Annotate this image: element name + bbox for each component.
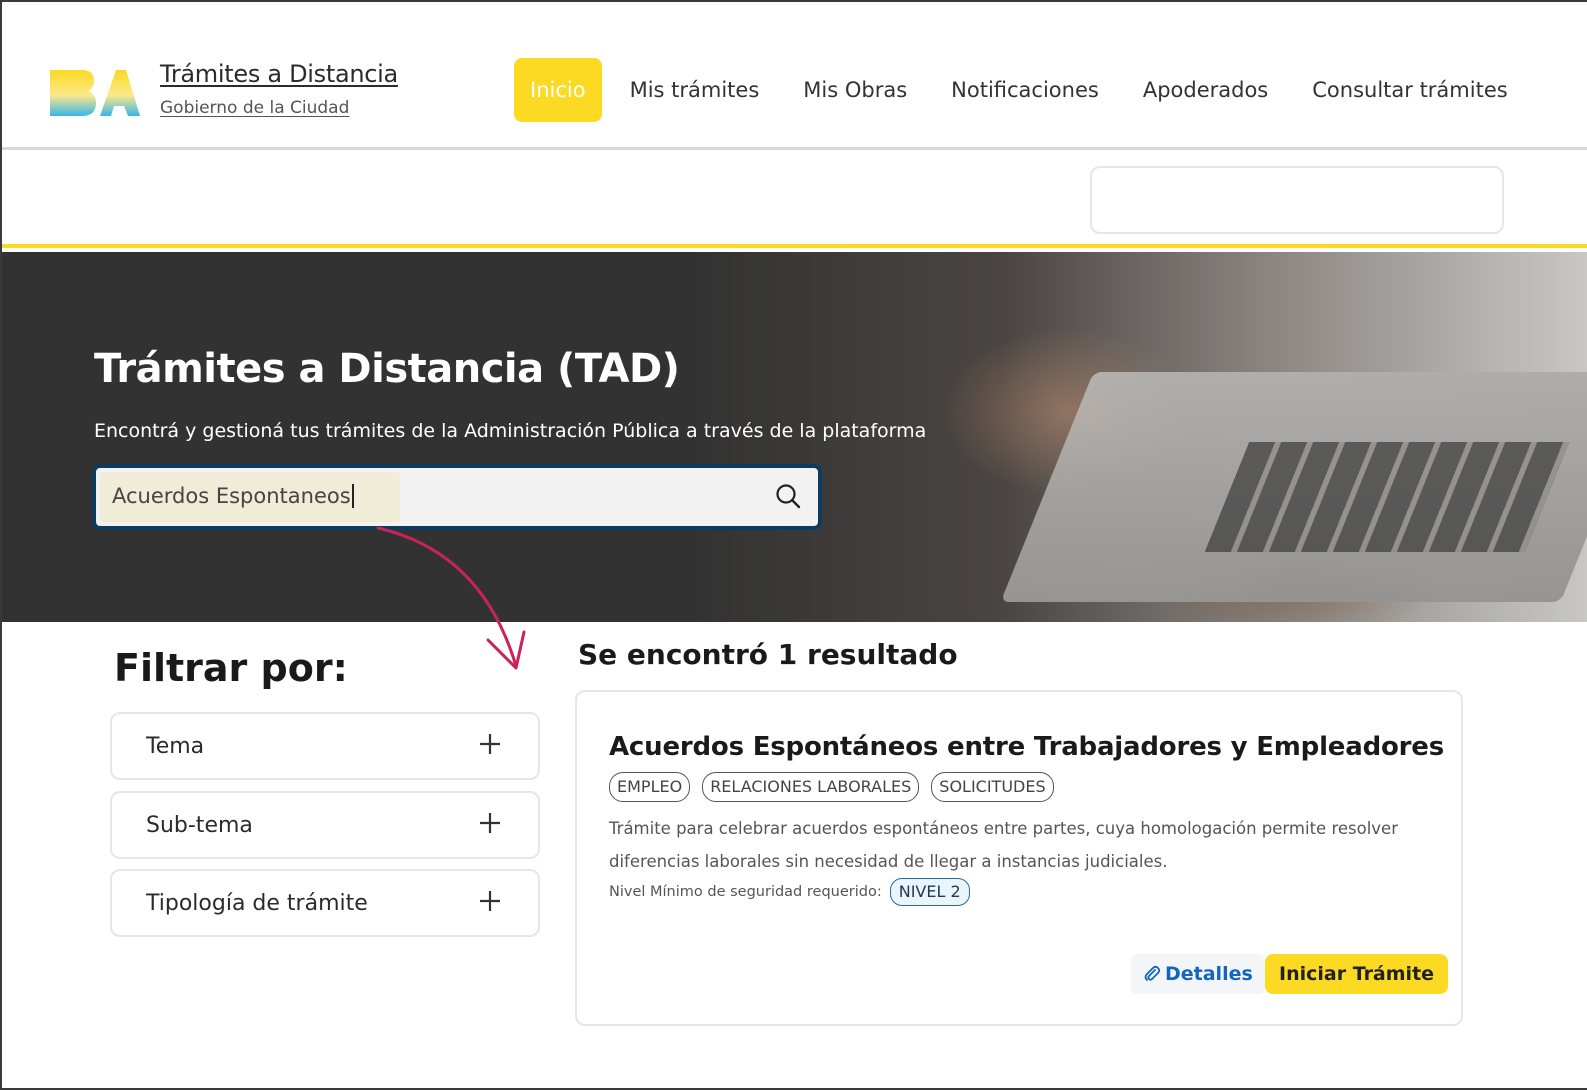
laptop-keyboard-shape xyxy=(1204,442,1570,552)
filter-label: Tema xyxy=(146,734,205,759)
filter-label: Tipología de trámite xyxy=(146,891,368,916)
filter-label: Sub-tema xyxy=(146,813,253,838)
main-nav: Inicio Mis trámites Mis Obras Notificaci… xyxy=(514,58,1508,122)
ba-logo[interactable] xyxy=(48,66,140,118)
result-count: Se encontró 1 resultado xyxy=(578,638,958,671)
search-box[interactable]: Acuerdos Espontaneos xyxy=(92,464,822,530)
subheader-bar xyxy=(2,150,1587,248)
plus-icon[interactable] xyxy=(476,809,504,837)
nav-item-consultar-tramites[interactable]: Consultar trámites xyxy=(1312,78,1507,102)
nav-item-mis-tramites[interactable]: Mis trámites xyxy=(630,78,760,102)
security-level-row: Nivel Mínimo de seguridad requerido: NIV… xyxy=(609,878,970,906)
tag-badge: EMPLEO xyxy=(609,772,691,802)
details-button[interactable]: Detalles xyxy=(1131,954,1265,994)
details-label: Detalles xyxy=(1165,963,1253,985)
plus-icon[interactable] xyxy=(476,887,504,915)
search-icon[interactable] xyxy=(774,482,802,510)
search-input[interactable]: Acuerdos Espontaneos xyxy=(112,484,354,508)
brand-subtitle[interactable]: Gobierno de la Ciudad xyxy=(160,98,398,118)
brand-title[interactable]: Trámites a Distancia xyxy=(160,60,398,88)
security-level-label: Nivel Mínimo de seguridad requerido: xyxy=(609,884,882,900)
nav-item-apoderados[interactable]: Apoderados xyxy=(1143,78,1268,102)
filter-tema[interactable]: Tema xyxy=(110,712,540,780)
subheader-empty-box[interactable] xyxy=(1090,166,1504,234)
card-description: Trámite para celebrar acuerdos espontáne… xyxy=(609,819,1398,871)
plus-icon[interactable] xyxy=(476,730,504,758)
brand[interactable]: Trámites a Distancia Gobierno de la Ciud… xyxy=(160,60,398,118)
tag-badge: RELACIONES LABORALES xyxy=(702,772,920,802)
annotation-arrow-icon xyxy=(376,526,526,670)
paperclip-icon xyxy=(1144,965,1161,981)
hero-banner: Trámites a Distancia (TAD) Encontrá y ge… xyxy=(2,252,1587,622)
site-header: Trámites a Distancia Gobierno de la Ciud… xyxy=(2,2,1587,150)
filter-tipologia[interactable]: Tipología de trámite xyxy=(110,869,540,937)
filter-title: Filtrar por: xyxy=(114,646,348,690)
hero-title: Trámites a Distancia (TAD) xyxy=(94,346,680,392)
hero-description: Encontrá y gestioná tus trámites de la A… xyxy=(94,420,927,442)
card-title[interactable]: Acuerdos Espontáneos entre Trabajadores … xyxy=(609,732,1444,762)
nav-item-notificaciones[interactable]: Notificaciones xyxy=(951,78,1099,102)
nav-item-mis-obras[interactable]: Mis Obras xyxy=(803,78,907,102)
security-level-badge: NIVEL 2 xyxy=(889,878,970,906)
filter-sub-tema[interactable]: Sub-tema xyxy=(110,791,540,859)
app-frame: Trámites a Distancia Gobierno de la Ciud… xyxy=(0,0,1587,1090)
tag-badge: SOLICITUDES xyxy=(931,772,1054,802)
start-procedure-button[interactable]: Iniciar Trámite xyxy=(1265,954,1449,994)
tag-list: EMPLEO RELACIONES LABORALES SOLICITUDES xyxy=(609,772,1066,802)
nav-item-inicio[interactable]: Inicio xyxy=(514,58,602,122)
result-card: Acuerdos Espontáneos entre Trabajadores … xyxy=(575,690,1463,1026)
